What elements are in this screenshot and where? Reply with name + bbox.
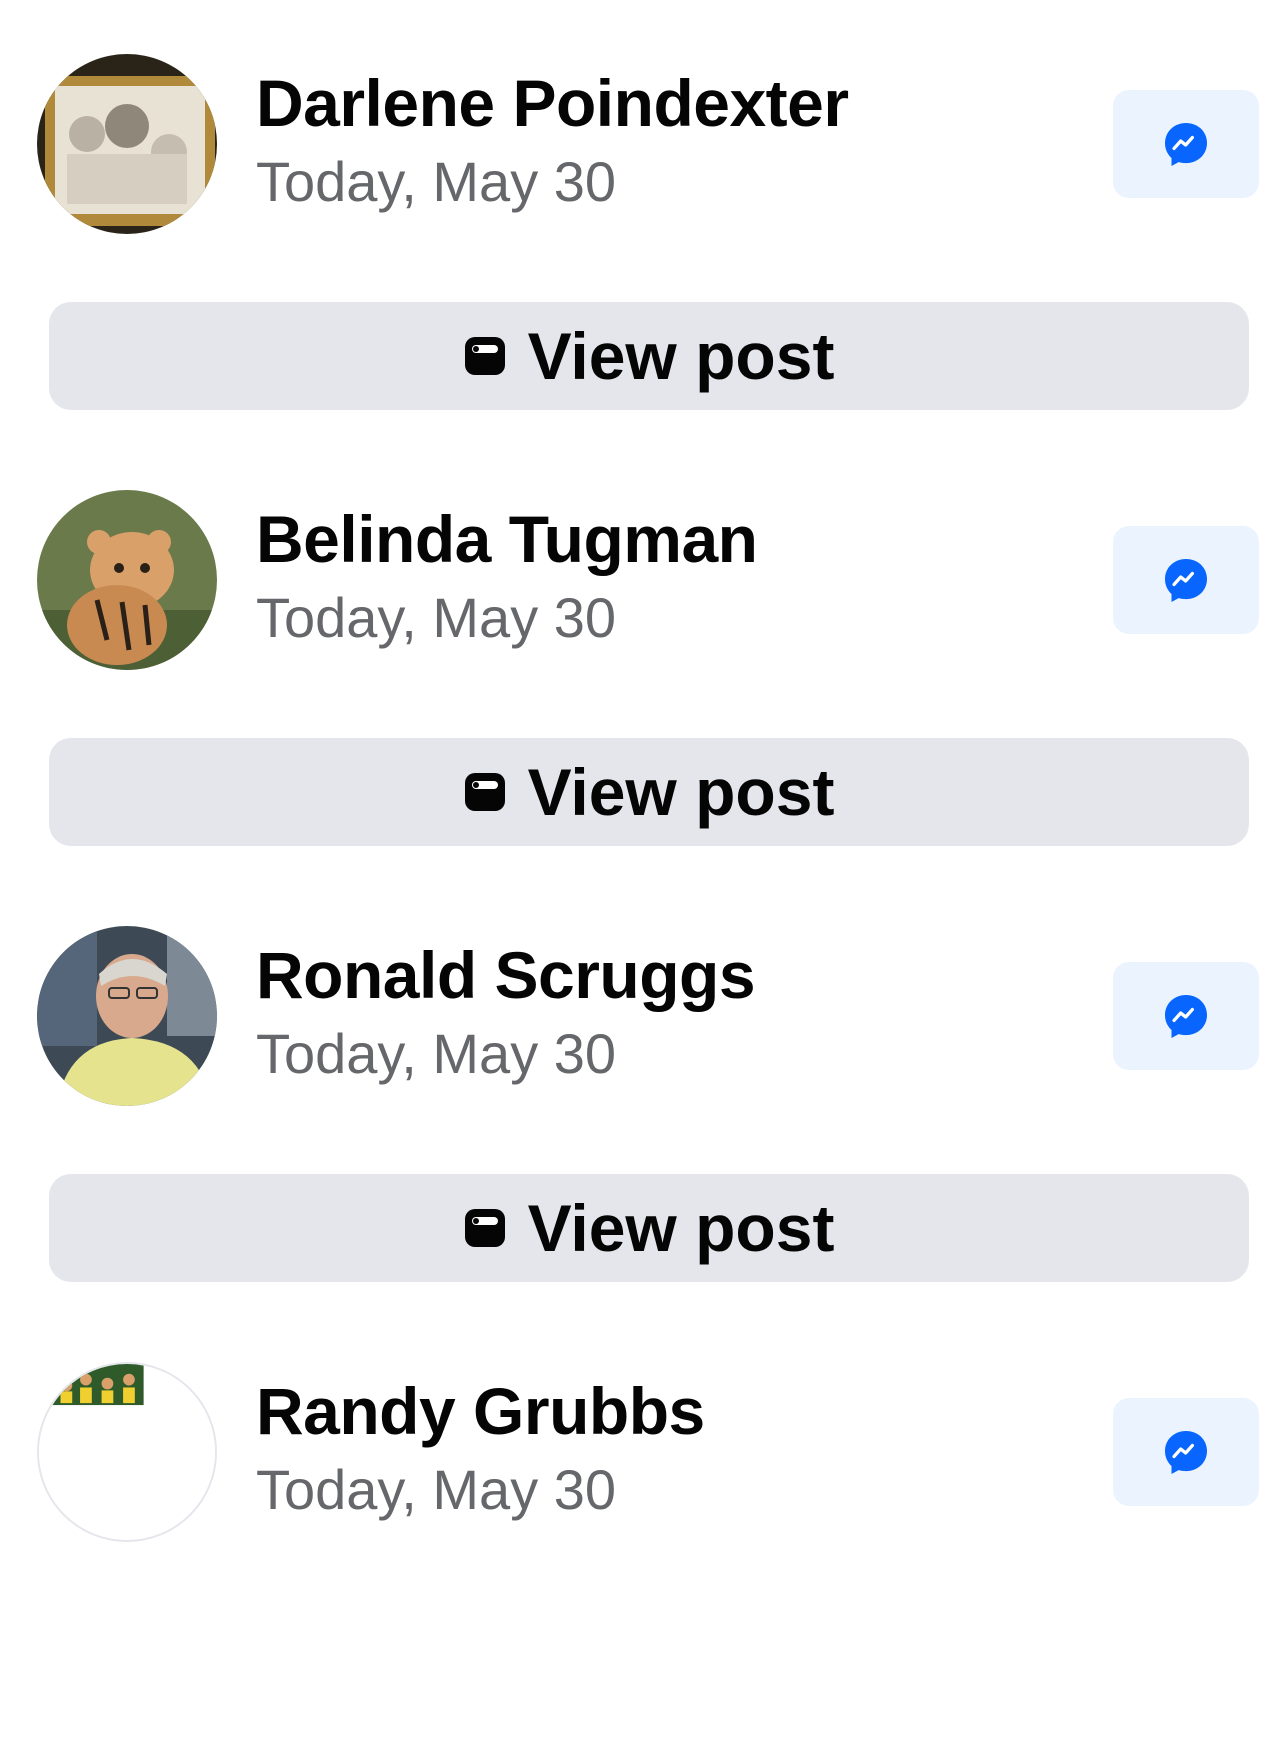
user-name[interactable]: Ronald Scruggs (256, 942, 756, 1008)
messenger-button[interactable] (1113, 526, 1259, 634)
post-date: Today, May 30 (256, 1022, 617, 1085)
view-post-button[interactable]: View post (49, 302, 1249, 410)
view-post-label: View post (527, 755, 835, 829)
user-name[interactable]: Belinda Tugman (256, 506, 758, 572)
avatar[interactable] (37, 54, 217, 234)
view-post-label: View post (527, 319, 835, 393)
messenger-button[interactable] (1113, 90, 1259, 198)
avatar[interactable] (37, 1362, 217, 1542)
post-icon (464, 772, 506, 812)
view-post-button[interactable]: View post (49, 738, 1249, 846)
avatar-photo-team (39, 1364, 215, 1540)
user-name[interactable]: Darlene Poindexter (256, 70, 849, 136)
view-post-button[interactable]: View post (49, 1174, 1249, 1282)
list-item: Ronald Scruggs Today, May 30 View post (0, 872, 1284, 1312)
avatar-photo-framed-drawing (37, 54, 217, 234)
post-icon (464, 1208, 506, 1248)
messenger-button[interactable] (1113, 962, 1259, 1070)
view-post-label: View post (527, 1191, 835, 1265)
list-item: Randy Grubbs Today, May 30 (0, 1308, 1284, 1748)
post-date: Today, May 30 (256, 586, 617, 649)
list-item: Belinda Tugman Today, May 30 View post (0, 436, 1284, 876)
messenger-icon (1165, 123, 1207, 166)
avatar[interactable] (37, 490, 217, 670)
post-date: Today, May 30 (256, 150, 617, 213)
avatar[interactable] (37, 926, 217, 1106)
post-icon (464, 336, 506, 376)
messenger-icon (1165, 1431, 1207, 1474)
avatar-photo-man (37, 926, 217, 1106)
post-date: Today, May 30 (256, 1458, 617, 1521)
list-item: Darlene Poindexter Today, May 30 View po… (0, 0, 1284, 440)
messenger-icon (1165, 559, 1207, 602)
avatar-photo-tiger-cub (37, 490, 217, 670)
user-name[interactable]: Randy Grubbs (256, 1378, 705, 1444)
messenger-icon (1165, 995, 1207, 1038)
messenger-button[interactable] (1113, 1398, 1259, 1506)
